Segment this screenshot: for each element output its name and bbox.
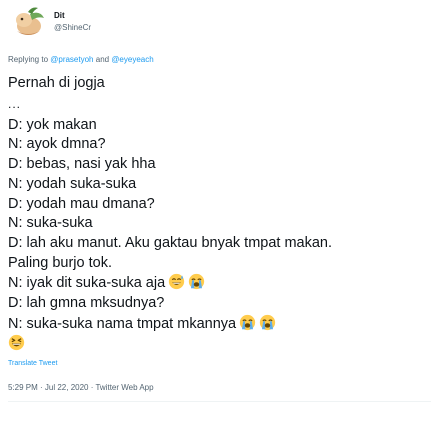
tweet-line: ... xyxy=(8,96,22,111)
tweet-source[interactable]: Twitter Web App xyxy=(95,383,153,392)
replying-to-line: Replying to @prasetyoh and @eyeyeach xyxy=(8,55,154,64)
grinning-sweat-face-icon xyxy=(168,273,185,290)
tweet-card: Dit @ShineCr Replying to @prasetyoh and … xyxy=(0,0,439,431)
loudly-crying-face-icon xyxy=(188,273,205,290)
author-display-name[interactable]: Dit xyxy=(54,10,91,22)
grinning-squinting-face-icon xyxy=(8,334,25,351)
tweet-line-with-emoji: N: iyak dit suka-suka aja xyxy=(8,273,433,294)
tweet-line: D: lah gmna mksudnya? xyxy=(8,295,165,312)
tweet-line-text: N: suka-suka nama tmpat mkannya xyxy=(8,315,237,332)
tweet-line: N: suka-suka xyxy=(8,215,93,232)
tweet-line: N: ayok dmna? xyxy=(8,136,106,153)
mention-link[interactable]: @eyeyeach xyxy=(111,55,153,64)
tweet-emoji-line xyxy=(8,334,433,354)
author-handle[interactable]: @ShineCr xyxy=(54,22,91,34)
author-names: Dit @ShineCr xyxy=(54,10,91,34)
tweet-line: Paling burjo tok. xyxy=(8,254,112,271)
tweet-line: D: bebas, nasi yak hha xyxy=(8,156,156,173)
loudly-crying-face-icon xyxy=(259,314,276,331)
loudly-crying-face-icon xyxy=(239,314,256,331)
replying-to-joiner: and xyxy=(93,55,112,64)
tweet-line: D: yodah mau dmana? xyxy=(8,195,155,212)
tweet-date[interactable]: Jul 22, 2020 xyxy=(45,383,89,392)
tweet-text: Pernah di jogja ... D: yok makan N: ayok… xyxy=(8,74,433,354)
tweet-line: N: yodah suka-suka xyxy=(8,175,137,192)
avatar[interactable] xyxy=(10,4,46,40)
meta-separator: · xyxy=(37,383,45,392)
replying-to-prefix: Replying to xyxy=(8,55,51,64)
tweet-line: D: yok makan xyxy=(8,116,97,133)
tweet-line-text: N: iyak dit suka-suka aja xyxy=(8,275,166,292)
tweet-time[interactable]: 5:29 PM xyxy=(8,383,38,392)
translate-tweet-link[interactable]: Translate Tweet xyxy=(8,360,57,367)
divider xyxy=(8,401,431,402)
mention-link[interactable]: @prasetyoh xyxy=(50,55,93,64)
tweet-line: D: lah aku manut. Aku gaktau bnyak tmpat… xyxy=(8,234,333,251)
tweet-line: Pernah di jogja xyxy=(8,75,105,91)
tweet-line-with-emoji: N: suka-suka nama tmpat mkannya xyxy=(8,314,433,335)
baby-bird-avatar-icon xyxy=(16,7,44,35)
tweet-header: Dit @ShineCr xyxy=(10,4,91,40)
tweet-metadata: 5:29 PM · Jul 22, 2020 · Twitter Web App xyxy=(8,383,154,392)
